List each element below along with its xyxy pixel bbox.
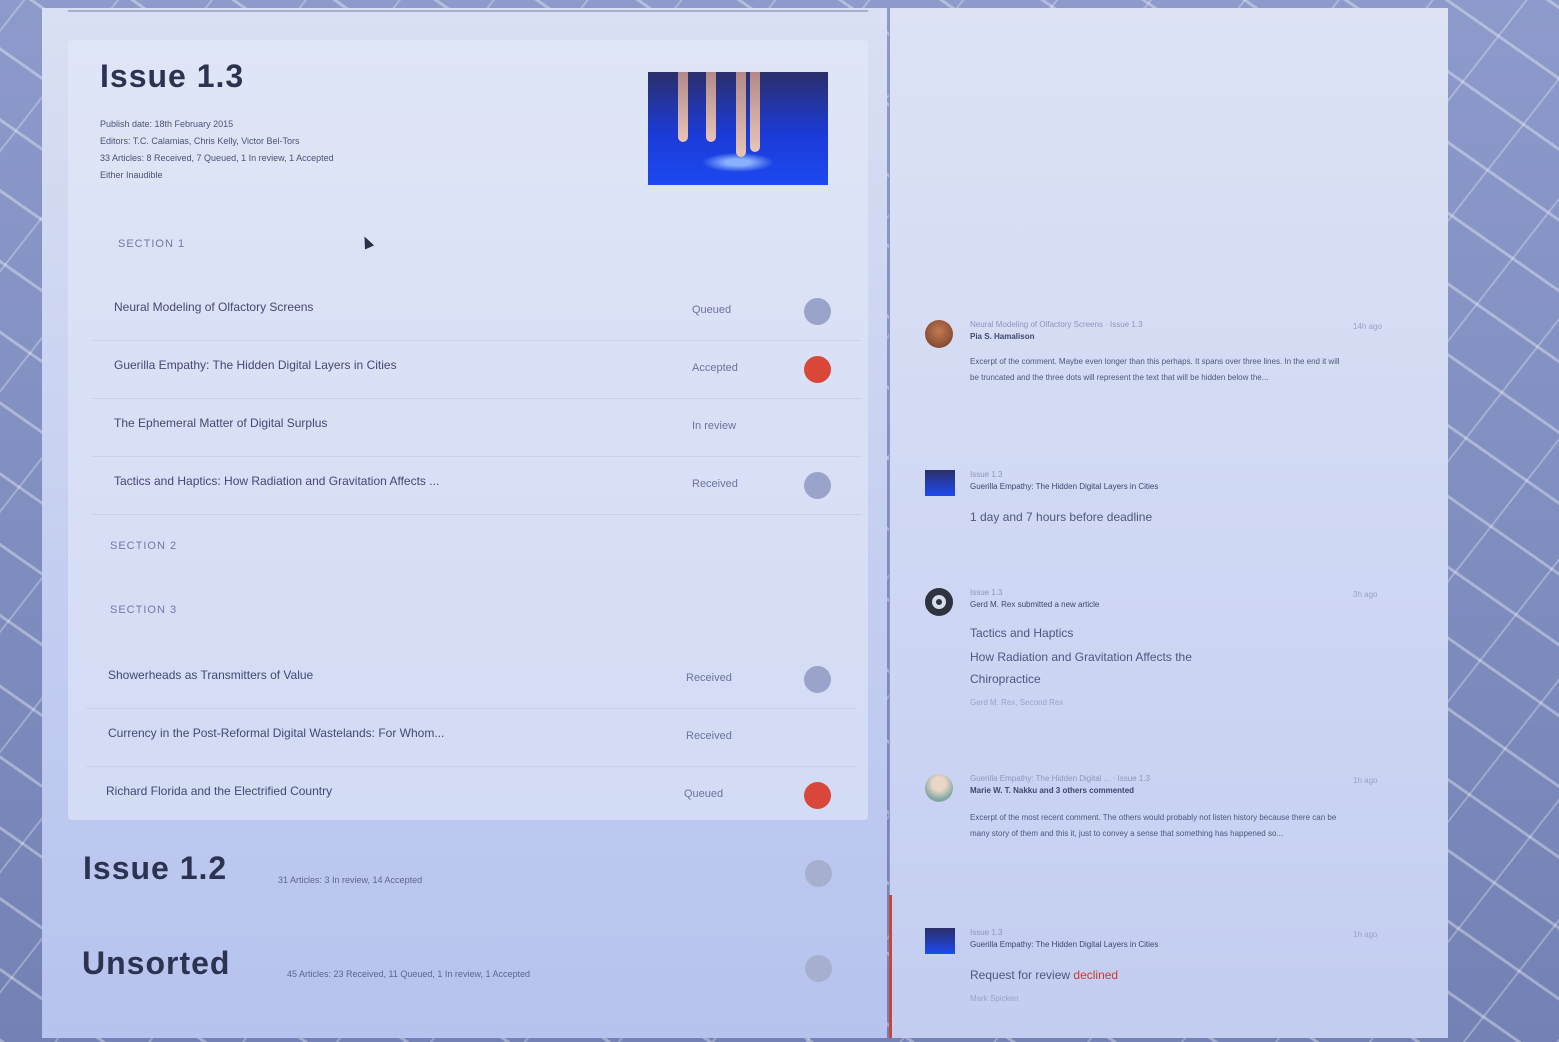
declined-status: declined: [1073, 968, 1119, 982]
reviewer-name: Mark Spicken: [970, 994, 1019, 1003]
unsorted-meta: 45 Articles: 23 Received, 11 Queued, 1 I…: [287, 969, 530, 979]
feed-time: 1h ago: [1353, 776, 1378, 785]
feed-reference[interactable]: Neural Modeling of Olfactory Screens · I…: [970, 320, 1143, 329]
unsorted-title[interactable]: Unsorted: [82, 945, 230, 982]
feed-time: 14h ago: [1353, 322, 1382, 331]
feed-reference[interactable]: Guerilla Empathy: The Hidden Digital ...…: [970, 774, 1150, 783]
status-indicator[interactable]: [804, 356, 831, 383]
issue-1-2-meta: 31 Articles: 3 In review, 14 Accepted: [278, 875, 423, 885]
feed-reference[interactable]: Issue 1.3: [970, 470, 1002, 479]
issue-note: Either Inaudible: [100, 170, 163, 180]
feed-reference[interactable]: Issue 1.3: [970, 588, 1002, 597]
article-status: Queued: [684, 788, 724, 800]
cover-image[interactable]: [648, 72, 828, 185]
activity-highlight-bar: [889, 895, 892, 1038]
article-row[interactable]: Showerheads as Transmitters of Value Rec…: [86, 652, 856, 709]
article-title: Showerheads as Transmitters of Value: [108, 668, 314, 682]
avatar: [925, 320, 953, 348]
article-title: Currency in the Post-Reformal Digital Wa…: [108, 726, 445, 740]
article-status: Queued: [692, 304, 732, 316]
issue-thumbnail: [925, 470, 955, 496]
avatar: [925, 774, 953, 802]
article-title: Tactics and Haptics: How Radiation and G…: [114, 474, 440, 488]
cover-figure: [736, 72, 746, 157]
submission-authors: Gerd M. Rex, Second Rex: [970, 698, 1064, 707]
deadline-notice: 1 day and 7 hours before deadline: [970, 510, 1153, 524]
feed-item[interactable]: Guerilla Empathy: The Hidden Digital ...…: [925, 774, 1395, 864]
feed-author: Gerd M. Rex submitted a new article: [970, 600, 1100, 609]
feed-time: 1h ago: [1353, 930, 1378, 939]
feed-excerpt: Excerpt of the comment. Maybe even longe…: [970, 357, 1340, 382]
article-status: Accepted: [692, 362, 738, 374]
feed-excerpt: Excerpt of the most recent comment. The …: [970, 813, 1337, 838]
issue-1-2-title[interactable]: Issue 1.2: [83, 850, 227, 887]
feed-author: Pia S. Hamalison: [970, 332, 1035, 341]
feed-item[interactable]: Issue 1.3 Guerilla Empathy: The Hidden D…: [925, 928, 1395, 1008]
feed-article[interactable]: Guerilla Empathy: The Hidden Digital Lay…: [970, 940, 1158, 949]
feed-reference[interactable]: Issue 1.3: [970, 928, 1002, 937]
article-title: Richard Florida and the Electrified Coun…: [106, 784, 333, 798]
article-status: In review: [692, 420, 737, 432]
cover-figure: [750, 72, 760, 152]
article-title: The Ephemeral Matter of Digital Surplus: [114, 416, 328, 430]
publish-date: Publish date: 18th February 2015: [100, 119, 234, 129]
article-row[interactable]: Neural Modeling of Olfactory Screens Que…: [92, 284, 862, 341]
cover-figure: [706, 72, 716, 142]
status-indicator[interactable]: [804, 298, 831, 325]
top-divider: [68, 10, 868, 12]
feed-item[interactable]: Issue 1.3 Gerd M. Rex submitted a new ar…: [925, 588, 1395, 718]
feed-item[interactable]: Neural Modeling of Olfactory Screens · I…: [925, 320, 1395, 420]
issue-thumbnail: [925, 928, 955, 954]
feed-time: 3h ago: [1353, 590, 1378, 599]
section-2-label: SECTION 2: [110, 540, 178, 552]
section-1-label: SECTION 1: [118, 238, 186, 250]
article-status: Received: [692, 478, 738, 490]
issue-1-2-indicator[interactable]: [805, 860, 832, 887]
issue-title[interactable]: Issue 1.3: [100, 58, 244, 95]
article-row[interactable]: The Ephemeral Matter of Digital Surplus …: [92, 400, 862, 457]
issue-meta: Publish date: 18th February 2015 Editors…: [100, 116, 460, 184]
article-counts: 33 Articles: 8 Received, 7 Queued, 1 In …: [100, 153, 334, 163]
submission-subtitle-cont[interactable]: Chiropractice: [970, 668, 1041, 690]
article-row[interactable]: Currency in the Post-Reformal Digital Wa…: [86, 710, 856, 767]
section-3-label: SECTION 3: [110, 604, 178, 616]
status-indicator[interactable]: [804, 782, 831, 809]
status-indicator[interactable]: [804, 666, 831, 693]
feed-item[interactable]: Issue 1.3 Guerilla Empathy: The Hidden D…: [925, 470, 1395, 530]
avatar: [925, 588, 953, 616]
article-row[interactable]: Guerilla Empathy: The Hidden Digital Lay…: [92, 342, 862, 399]
submission-subtitle[interactable]: How Radiation and Gravitation Affects th…: [970, 646, 1192, 668]
cover-figure: [678, 72, 688, 142]
review-request: Request for review declined: [970, 964, 1118, 986]
article-title: Neural Modeling of Olfactory Screens: [114, 300, 314, 314]
unsorted-indicator[interactable]: [805, 955, 832, 982]
review-request-label: Request for review: [970, 968, 1071, 982]
editors: Editors: T.C. Calamias, Chris Kelly, Vic…: [100, 136, 300, 146]
article-title: Guerilla Empathy: The Hidden Digital Lay…: [114, 358, 397, 372]
status-indicator[interactable]: [804, 472, 831, 499]
article-row[interactable]: Tactics and Haptics: How Radiation and G…: [92, 458, 862, 515]
article-status: Received: [686, 672, 732, 684]
submission-title[interactable]: Tactics and Haptics: [970, 622, 1073, 644]
feed-article[interactable]: Guerilla Empathy: The Hidden Digital Lay…: [970, 482, 1158, 491]
article-status: Received: [686, 730, 732, 742]
feed-author: Marie W. T. Nakku and 3 others commented: [970, 786, 1135, 795]
article-row[interactable]: Richard Florida and the Electrified Coun…: [84, 768, 854, 824]
